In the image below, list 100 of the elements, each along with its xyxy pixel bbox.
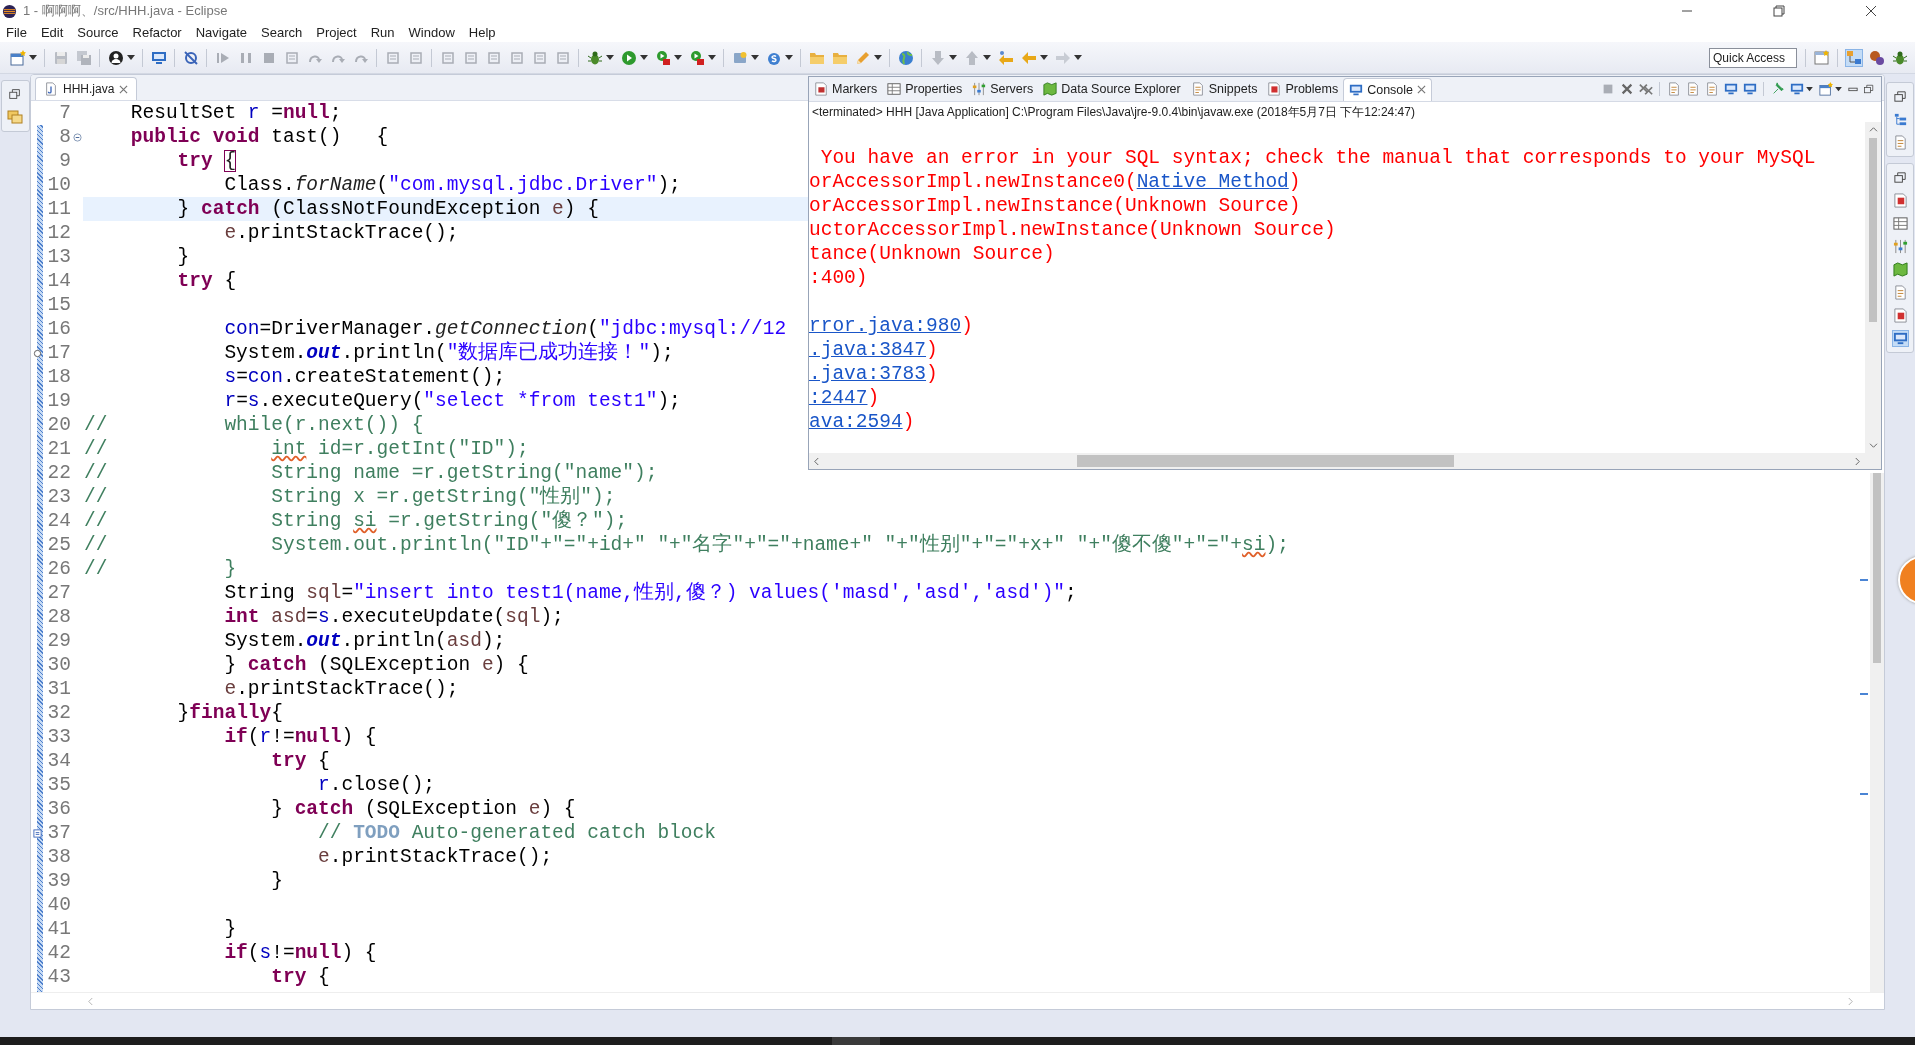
- restore-icon[interactable]: [1862, 83, 1875, 95]
- close-icon[interactable]: [119, 84, 129, 94]
- caret-icon[interactable]: [640, 54, 648, 61]
- run-icon[interactable]: [654, 49, 671, 66]
- monitor-icon[interactable]: [1723, 82, 1738, 96]
- caret-icon[interactable]: [708, 54, 716, 61]
- save-all-icon[interactable]: [75, 49, 92, 66]
- restore-icon[interactable]: [1892, 170, 1908, 185]
- perspective-icon[interactable]: [1813, 49, 1830, 66]
- caret-icon[interactable]: [29, 54, 37, 61]
- document-icon[interactable]: [508, 49, 525, 66]
- arrow-left-icon[interactable]: [997, 49, 1014, 66]
- scrollbar-thumb[interactable]: [1077, 455, 1454, 467]
- bug-icon[interactable]: [1891, 49, 1908, 66]
- remove-all-icon[interactable]: [1638, 82, 1653, 96]
- menu-item[interactable]: Window: [402, 24, 463, 40]
- sliders-icon[interactable]: [1892, 239, 1908, 254]
- view-tab[interactable]: Problems: [1262, 78, 1344, 100]
- caret-icon[interactable]: [949, 54, 957, 61]
- document-icon[interactable]: [554, 49, 571, 66]
- document-icon[interactable]: [462, 49, 479, 66]
- play-icon[interactable]: [620, 49, 637, 66]
- restore-icon[interactable]: [8, 87, 22, 101]
- outline-icon[interactable]: [1892, 112, 1908, 127]
- monitor-icon[interactable]: [150, 49, 167, 66]
- document-icon[interactable]: [1704, 82, 1719, 96]
- document-icon[interactable]: [531, 49, 548, 66]
- error-document-icon[interactable]: [1892, 193, 1908, 208]
- view-tab[interactable]: Snippets: [1185, 78, 1263, 100]
- menu-item[interactable]: Navigate: [189, 24, 255, 40]
- editor-tab[interactable]: HHH.java: [35, 77, 138, 100]
- view-tab[interactable]: Markers: [809, 78, 883, 100]
- monitor-icon[interactable]: [1892, 331, 1908, 346]
- document-icon[interactable]: [407, 49, 424, 66]
- view-tab[interactable]: Servers: [967, 78, 1039, 100]
- new-icon[interactable]: [1818, 82, 1833, 96]
- document-icon[interactable]: [485, 49, 502, 66]
- package-icon[interactable]: [7, 109, 23, 125]
- scroll-right-icon[interactable]: [1854, 456, 1861, 466]
- collapse-icon[interactable]: [72, 132, 82, 142]
- console-link[interactable]: ava:2594: [809, 411, 903, 433]
- menu-item[interactable]: Project: [310, 24, 365, 40]
- caret-icon[interactable]: [1074, 54, 1082, 61]
- map-icon[interactable]: [1892, 262, 1908, 277]
- menu-item[interactable]: Edit: [34, 24, 72, 40]
- table-icon[interactable]: [1892, 216, 1908, 231]
- caret-icon[interactable]: [1040, 54, 1048, 61]
- document-icon[interactable]: [439, 49, 456, 66]
- run-icon[interactable]: [688, 49, 705, 66]
- console-link[interactable]: .java:3783: [809, 363, 927, 385]
- restore-icon[interactable]: [1892, 89, 1908, 104]
- view-tab[interactable]: Console: [1343, 77, 1433, 101]
- menu-item[interactable]: Source: [71, 24, 127, 40]
- error-document-icon[interactable]: [1892, 308, 1908, 323]
- remove-icon[interactable]: [1619, 82, 1634, 96]
- caret-icon[interactable]: [874, 54, 882, 61]
- console-link[interactable]: rror.java:980: [809, 315, 962, 337]
- bug-icon[interactable]: [586, 49, 603, 66]
- new-icon[interactable]: [9, 49, 26, 66]
- vertical-scrollbar[interactable]: [1870, 473, 1884, 992]
- scrollbar-thumb[interactable]: [1873, 473, 1881, 663]
- monitor-icon[interactable]: [1789, 82, 1804, 96]
- restore-icon[interactable]: [1773, 5, 1785, 17]
- document-icon[interactable]: [283, 49, 300, 66]
- document-icon[interactable]: [1666, 82, 1681, 96]
- caret-icon[interactable]: [127, 54, 135, 61]
- document-icon[interactable]: [1892, 135, 1908, 150]
- scroll-left-icon[interactable]: [87, 996, 94, 1006]
- menu-item[interactable]: Run: [364, 24, 403, 40]
- menu-item[interactable]: Search: [255, 24, 311, 40]
- quick-access-field[interactable]: Quick Access: [1709, 47, 1797, 68]
- view-tab[interactable]: Properties: [882, 78, 968, 100]
- scroll-down-icon[interactable]: [1868, 442, 1878, 449]
- monitor-icon[interactable]: [1742, 82, 1757, 96]
- console-link[interactable]: :2447: [809, 387, 868, 409]
- person-icon[interactable]: [107, 49, 124, 66]
- horizontal-scrollbar[interactable]: [809, 453, 1881, 469]
- scroll-right-icon[interactable]: [1847, 996, 1854, 1006]
- vertical-scrollbar[interactable]: [1865, 122, 1881, 453]
- caret-icon[interactable]: [751, 54, 759, 61]
- globe-icon[interactable]: [897, 49, 914, 66]
- caret-icon[interactable]: [1835, 86, 1842, 92]
- caret-icon[interactable]: [674, 54, 682, 61]
- close-icon[interactable]: [1865, 5, 1877, 17]
- menu-item[interactable]: Help: [462, 24, 504, 40]
- menu-item[interactable]: File: [0, 24, 35, 40]
- caret-icon[interactable]: [1806, 86, 1813, 92]
- console-link[interactable]: .java:3847: [809, 339, 927, 361]
- document-icon[interactable]: [1892, 285, 1908, 300]
- hierarchy-icon[interactable]: [1845, 49, 1862, 66]
- scroll-left-icon[interactable]: [813, 456, 820, 466]
- caret-icon[interactable]: [983, 54, 991, 61]
- scroll-up-icon[interactable]: [1868, 126, 1878, 133]
- view-tab[interactable]: Data Source Explorer: [1038, 78, 1186, 100]
- skip-icon[interactable]: [182, 49, 199, 66]
- document-icon[interactable]: [1685, 82, 1700, 96]
- menu-item[interactable]: Refactor: [126, 24, 190, 40]
- console-link[interactable]: Native Method: [1136, 171, 1289, 193]
- caret-icon[interactable]: [785, 54, 793, 61]
- close-icon[interactable]: [1417, 85, 1427, 94]
